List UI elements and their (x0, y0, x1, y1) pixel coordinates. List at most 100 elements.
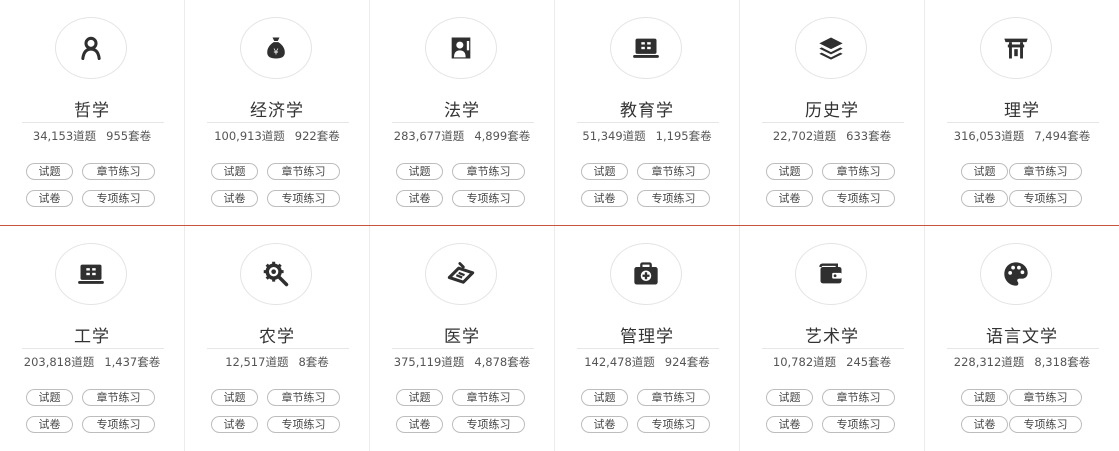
papers-button[interactable]: 试卷 (211, 416, 258, 433)
chapter-practice-button[interactable]: 章节练习 (82, 163, 155, 180)
questions-button[interactable]: 试题 (961, 163, 1008, 180)
questions-button[interactable]: 试题 (396, 389, 443, 406)
questions-button[interactable]: 试题 (396, 163, 443, 180)
papers-button[interactable]: 试卷 (961, 416, 1008, 433)
person-icon[interactable] (55, 17, 127, 79)
topic-practice-button[interactable]: 专项练习 (267, 190, 340, 207)
category-title[interactable]: 哲学 (0, 96, 184, 121)
papers-button[interactable]: 试卷 (766, 416, 813, 433)
chapter-practice-button[interactable]: 章节练习 (82, 389, 155, 406)
category-row-1: 哲学 34,153道题 955套卷 试题 章节练习 试卷 专项练习 ¥ 经济学 1… (0, 0, 1119, 225)
papers-button[interactable]: 试卷 (766, 190, 813, 207)
money-bag-icon[interactable]: ¥ (240, 17, 312, 79)
chapter-practice-button[interactable]: 章节练习 (267, 163, 340, 180)
questions-button[interactable]: 试题 (211, 163, 258, 180)
papers-button[interactable]: 试卷 (581, 190, 628, 207)
questions-button[interactable]: 试题 (961, 389, 1008, 406)
category-stats: 51,349道题 1,195套卷 (555, 128, 739, 144)
topic-practice-button[interactable]: 专项练习 (822, 190, 895, 207)
questions-button[interactable]: 试题 (766, 163, 813, 180)
question-count: 316,053道题 (953, 129, 1025, 143)
category-card: 教育学 51,349道题 1,195套卷 试题 章节练习 试卷 专项练习 (555, 0, 740, 225)
title-divider (392, 348, 534, 349)
chapter-practice-button[interactable]: 章节练习 (822, 163, 895, 180)
topic-practice-button[interactable]: 专项练习 (82, 416, 155, 433)
category-title[interactable]: 管理学 (555, 322, 739, 347)
category-card: 工学 203,818道题 1,437套卷 试题 章节练习 试卷 专项练习 (0, 226, 185, 451)
category-stats: 12,517道题 8套卷 (185, 354, 369, 370)
chapter-practice-button[interactable]: 章节练习 (637, 163, 710, 180)
title-divider (947, 122, 1099, 123)
category-stats: 22,702道题 633套卷 (740, 128, 924, 144)
paper-count: 4,899套卷 (474, 129, 531, 143)
category-card: 医学 375,119道题 4,878套卷 试题 章节练习 试卷 专项练习 (370, 226, 555, 451)
topic-practice-button[interactable]: 专项练习 (822, 416, 895, 433)
topic-practice-button[interactable]: 专项练习 (82, 190, 155, 207)
topic-practice-button[interactable]: 专项练习 (1009, 416, 1082, 433)
category-row-2: 工学 203,818道题 1,437套卷 试题 章节练习 试卷 专项练习 农学 1… (0, 226, 1119, 451)
question-count: 12,517道题 (225, 355, 289, 369)
chapter-practice-button[interactable]: 章节练习 (1009, 163, 1082, 180)
category-title[interactable]: 医学 (370, 322, 554, 347)
category-title[interactable]: 工学 (0, 322, 184, 347)
papers-button[interactable]: 试卷 (396, 190, 443, 207)
question-count: 34,153道题 (32, 129, 97, 143)
chapter-practice-button[interactable]: 章节练习 (267, 389, 340, 406)
papers-button[interactable]: 试卷 (26, 416, 73, 433)
category-stats: 100,913道题 922套卷 (185, 128, 369, 144)
category-stats: 34,153道题 955套卷 (0, 128, 184, 144)
questions-button[interactable]: 试题 (26, 389, 73, 406)
gear-tools-icon[interactable] (240, 243, 312, 305)
topic-practice-button[interactable]: 专项练习 (1009, 190, 1082, 207)
torii-icon[interactable] (980, 17, 1052, 79)
topic-practice-button[interactable]: 专项练习 (452, 416, 525, 433)
papers-button[interactable]: 试卷 (26, 190, 73, 207)
title-divider (947, 348, 1099, 349)
paper-count: 8,318套卷 (1034, 355, 1091, 369)
svg-text:¥: ¥ (273, 46, 278, 56)
paper-count: 922套卷 (294, 129, 340, 143)
questions-button[interactable]: 试题 (211, 389, 258, 406)
category-title[interactable]: 语言文学 (925, 322, 1119, 347)
papers-button[interactable]: 试卷 (581, 416, 628, 433)
category-grid: 哲学 34,153道题 955套卷 试题 章节练习 试卷 专项练习 ¥ 经济学 1… (0, 0, 1119, 451)
paper-count: 1,195套卷 (655, 129, 712, 143)
category-card: 农学 12,517道题 8套卷 试题 章节练习 试卷 专项练习 (185, 226, 370, 451)
topic-practice-button[interactable]: 专项练习 (452, 190, 525, 207)
chapter-practice-button[interactable]: 章节练习 (822, 389, 895, 406)
paper-count: 245套卷 (846, 355, 892, 369)
laptop-icon[interactable] (610, 17, 682, 79)
chapter-practice-button[interactable]: 章节练习 (1009, 389, 1082, 406)
medical-kit-icon[interactable] (610, 243, 682, 305)
chapter-practice-button[interactable]: 章节练习 (637, 389, 710, 406)
laptop-icon[interactable] (55, 243, 127, 305)
layers-icon[interactable] (795, 17, 867, 79)
lecturer-icon[interactable] (425, 17, 497, 79)
questions-button[interactable]: 试题 (581, 389, 628, 406)
questions-button[interactable]: 试题 (581, 163, 628, 180)
pill-icon[interactable] (425, 243, 497, 305)
wallet-icon[interactable] (795, 243, 867, 305)
questions-button[interactable]: 试题 (766, 389, 813, 406)
title-divider (22, 348, 164, 349)
category-title[interactable]: 教育学 (555, 96, 739, 121)
title-divider (22, 122, 164, 123)
papers-button[interactable]: 试卷 (211, 190, 258, 207)
topic-practice-button[interactable]: 专项练习 (637, 416, 710, 433)
chapter-practice-button[interactable]: 章节练习 (452, 163, 525, 180)
chapter-practice-button[interactable]: 章节练习 (452, 389, 525, 406)
category-title[interactable]: 理学 (925, 96, 1119, 121)
category-title[interactable]: 历史学 (740, 96, 924, 121)
paper-count: 633套卷 (846, 129, 892, 143)
papers-button[interactable]: 试卷 (396, 416, 443, 433)
papers-button[interactable]: 试卷 (961, 190, 1008, 207)
category-title[interactable]: 法学 (370, 96, 554, 121)
topic-practice-button[interactable]: 专项练习 (637, 190, 710, 207)
category-title[interactable]: 经济学 (185, 96, 369, 121)
paper-count: 7,494套卷 (1034, 129, 1091, 143)
palette-icon[interactable] (980, 243, 1052, 305)
questions-button[interactable]: 试题 (26, 163, 73, 180)
category-title[interactable]: 艺术学 (740, 322, 924, 347)
category-title[interactable]: 农学 (185, 322, 369, 347)
topic-practice-button[interactable]: 专项练习 (267, 416, 340, 433)
